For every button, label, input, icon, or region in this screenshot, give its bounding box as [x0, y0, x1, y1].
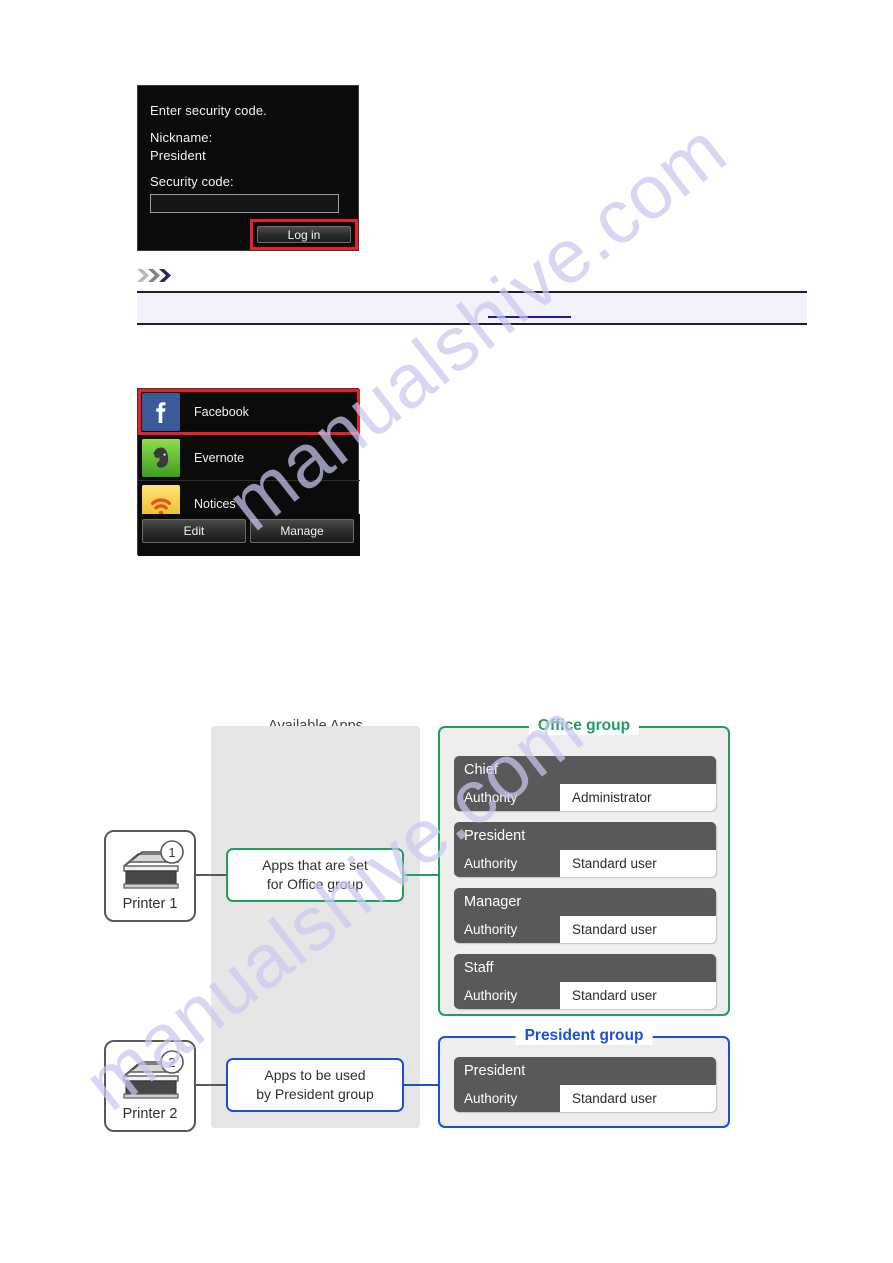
- user-card: Staff Authority Standard user: [454, 954, 716, 1009]
- user-name: Staff: [464, 959, 494, 976]
- user-name: Chief: [464, 761, 498, 778]
- list-item-label: Notices: [194, 496, 236, 511]
- printer-icon: 1: [123, 840, 184, 889]
- triple-chevron-icon: [137, 269, 171, 282]
- security-code-input[interactable]: [150, 194, 339, 213]
- list-item[interactable]: Facebook: [138, 389, 360, 435]
- user-name: Manager: [464, 893, 522, 910]
- nickname-value: President: [150, 148, 206, 163]
- security-screen-title: Enter security code.: [150, 103, 267, 118]
- authority-row: Authority Standard user: [454, 1085, 716, 1112]
- connector-president-group: [402, 1084, 442, 1086]
- printer-icon: 2: [123, 1050, 184, 1099]
- note-block: [137, 268, 807, 325]
- user-card: Chief Authority Administrator: [454, 756, 716, 811]
- manage-button[interactable]: Manage: [250, 519, 354, 543]
- login-button-highlight: Log in: [250, 219, 358, 250]
- authority-value: Standard user: [560, 982, 716, 1009]
- user-card: President Authority Standard user: [454, 1057, 716, 1112]
- callout-line-2: for Office group: [266, 876, 364, 892]
- edit-button[interactable]: Edit: [142, 519, 246, 543]
- callout-president-group: Apps to be used by President group: [226, 1058, 404, 1112]
- authority-row: Authority Standard user: [454, 916, 716, 943]
- user-card: Manager Authority Standard user: [454, 888, 716, 943]
- nickname-label: Nickname:: [150, 130, 213, 145]
- callout-office-group: Apps that are set for Office group: [226, 848, 404, 902]
- authority-value: Standard user: [560, 1085, 716, 1112]
- authority-label: Authority: [464, 922, 518, 937]
- facebook-icon: [142, 393, 180, 431]
- connector-printer2: [194, 1084, 228, 1086]
- connector-office-group: [402, 874, 442, 876]
- callout-line-1: Apps to be used: [264, 1067, 366, 1083]
- group-assignment-diagram: Available Apps 1 Printer 1 2 Printer 2: [0, 700, 893, 1160]
- callout-line-1: Apps that are set: [262, 857, 368, 873]
- connector-printer1: [194, 874, 228, 876]
- list-item[interactable]: Evernote: [138, 435, 360, 481]
- user-card: President Authority Standard user: [454, 822, 716, 877]
- note-box: [137, 291, 807, 325]
- note-link[interactable]: [488, 303, 571, 318]
- evernote-icon: [142, 439, 180, 477]
- authority-value: Standard user: [560, 850, 716, 877]
- authority-row: Authority Standard user: [454, 982, 716, 1009]
- printer-badge: 2: [168, 1055, 175, 1070]
- group-title: President group: [515, 1027, 653, 1045]
- login-button[interactable]: Log in: [257, 226, 351, 243]
- list-item-label: Facebook: [194, 404, 249, 419]
- callout-line-2: by President group: [256, 1086, 374, 1102]
- list-item-label: Evernote: [194, 450, 245, 465]
- printer-2: 2 Printer 2: [104, 1040, 196, 1132]
- office-group-panel: Office group Chief Authority Administrat…: [438, 717, 730, 1016]
- user-name: President: [464, 1062, 526, 1079]
- president-group-panel: President group President Authority Stan…: [438, 1027, 730, 1128]
- authority-value: Administrator: [560, 784, 716, 811]
- security-code-label: Security code:: [150, 174, 234, 189]
- authority-label: Authority: [464, 988, 518, 1003]
- authority-label: Authority: [464, 1091, 518, 1106]
- authority-label: Authority: [464, 856, 518, 871]
- printer-label: Printer 2: [122, 1106, 178, 1122]
- security-code-screen: Enter security code. Nickname: President…: [137, 85, 359, 251]
- apps-footer-bar: Edit Manage: [138, 514, 360, 556]
- printer-1: 1 Printer 1: [104, 830, 196, 922]
- authority-row: Authority Administrator: [454, 784, 716, 811]
- apps-list-screen: Facebook Evernote Notices Edit Manage: [137, 388, 360, 556]
- authority-row: Authority Standard user: [454, 850, 716, 877]
- authority-label: Authority: [464, 790, 518, 805]
- printer-badge: 1: [168, 845, 175, 860]
- printer-label: Printer 1: [122, 896, 178, 912]
- authority-value: Standard user: [560, 916, 716, 943]
- group-title: Office group: [528, 717, 640, 735]
- user-name: President: [464, 827, 526, 844]
